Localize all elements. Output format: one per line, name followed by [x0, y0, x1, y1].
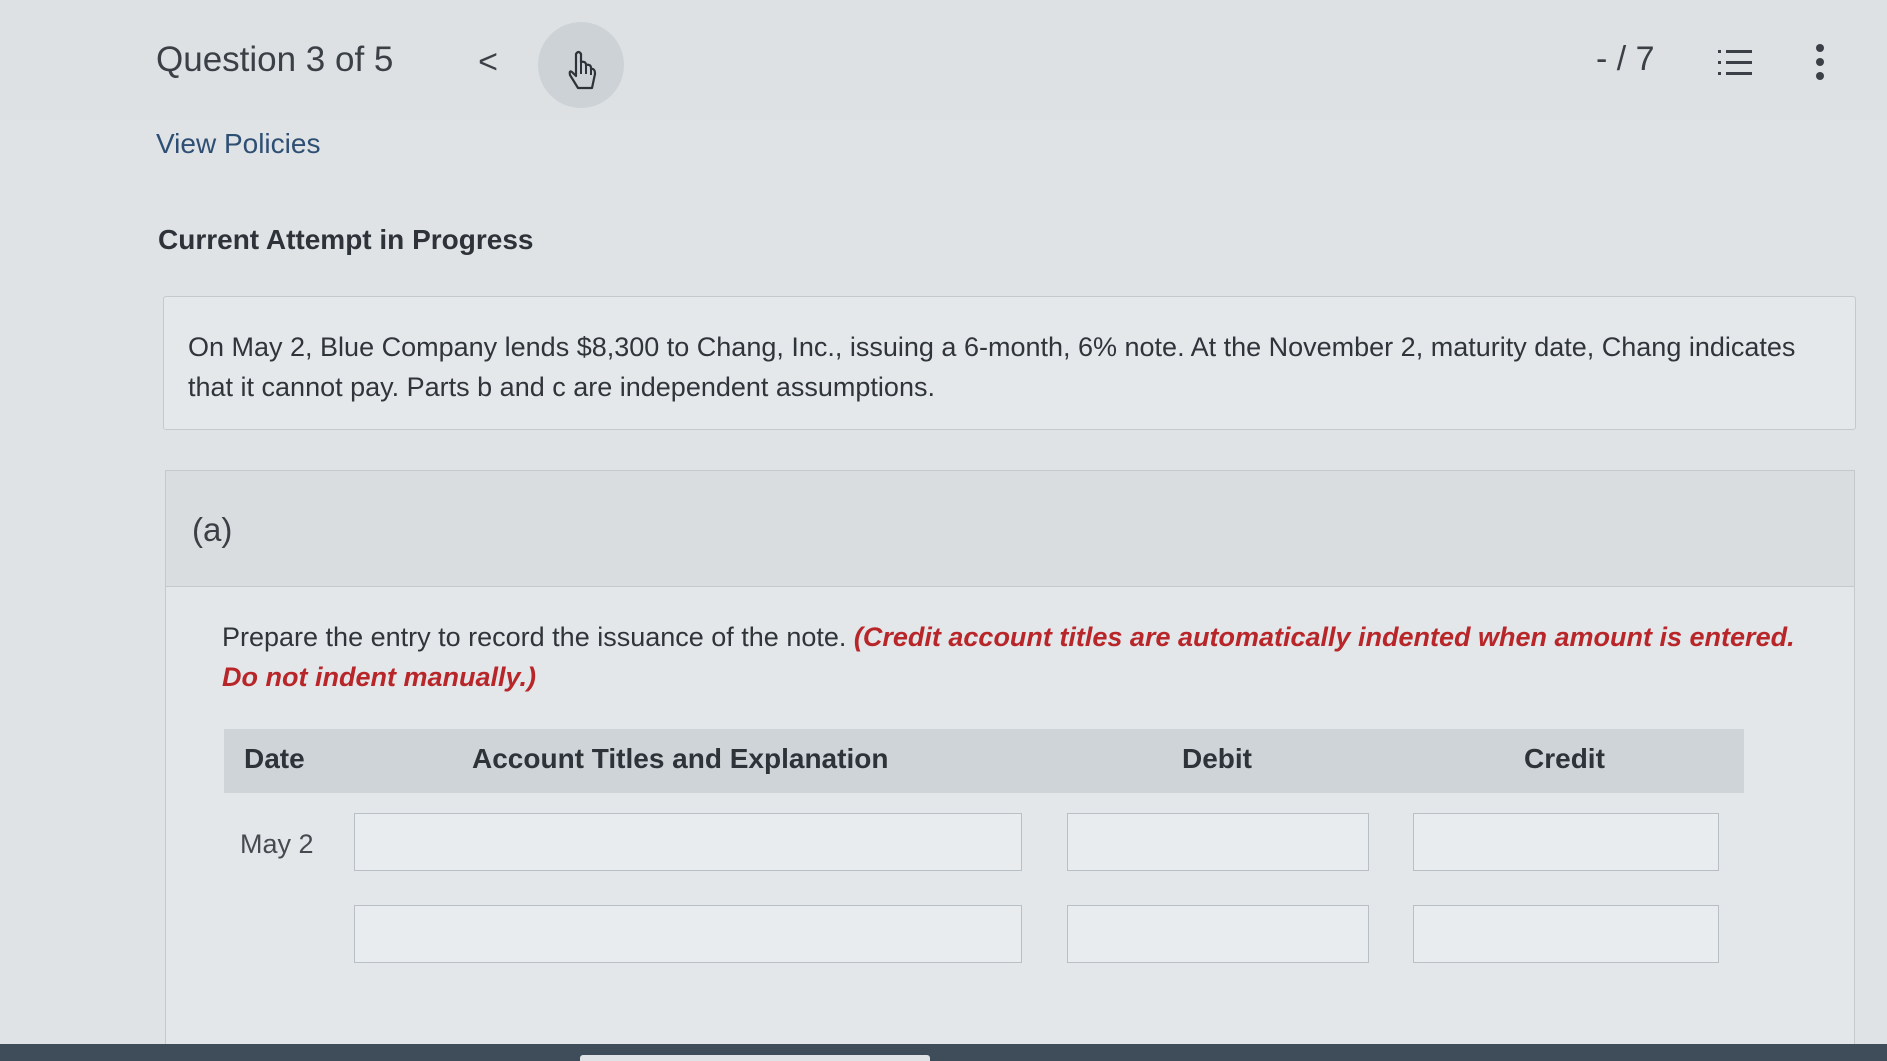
instruction-text: Prepare the entry to record the issuance…: [222, 622, 847, 652]
row-1-debit-input[interactable]: [1067, 813, 1369, 871]
row-2-credit-input[interactable]: [1413, 905, 1719, 963]
header-date: Date: [244, 743, 305, 774]
header-credit: Credit: [1524, 743, 1605, 774]
score-display: - / 7: [1596, 40, 1655, 78]
header-debit: Debit: [1182, 743, 1252, 774]
row-2-debit-input[interactable]: [1067, 905, 1369, 963]
row-2-account-input[interactable]: [354, 905, 1022, 963]
part-a-header: (a): [166, 471, 1854, 587]
header-account-titles: Account Titles and Explanation: [472, 743, 889, 774]
part-a-panel: (a) Prepare the entry to record the issu…: [165, 470, 1855, 1050]
more-vertical-icon: [1816, 44, 1824, 80]
question-counter: Question 3 of 5: [156, 40, 394, 79]
journal-table-header: Date Account Titles and Explanation Debi…: [224, 729, 1744, 793]
problem-text: On May 2, Blue Company lends $8,300 to C…: [188, 332, 1796, 402]
previous-question-button[interactable]: <: [470, 40, 506, 84]
attempt-status: Current Attempt in Progress: [158, 224, 534, 255]
bottom-bar: [0, 1044, 1887, 1061]
next-question-button[interactable]: [538, 22, 624, 108]
row-1-credit-input[interactable]: [1413, 813, 1719, 871]
view-policies-link[interactable]: View Policies: [156, 128, 320, 160]
part-a-instructions: Prepare the entry to record the issuance…: [222, 617, 1802, 697]
question-list-button[interactable]: [1716, 44, 1754, 82]
part-a-label: (a): [192, 511, 233, 548]
hand-pointer-icon: [568, 50, 597, 90]
row-1-date: May 2: [240, 829, 314, 859]
more-options-button[interactable]: [1808, 40, 1832, 86]
bottom-tab-indicator: [580, 1055, 930, 1061]
problem-statement: On May 2, Blue Company lends $8,300 to C…: [163, 296, 1856, 430]
row-1-account-input[interactable]: [354, 813, 1022, 871]
list-icon: [1718, 50, 1752, 75]
